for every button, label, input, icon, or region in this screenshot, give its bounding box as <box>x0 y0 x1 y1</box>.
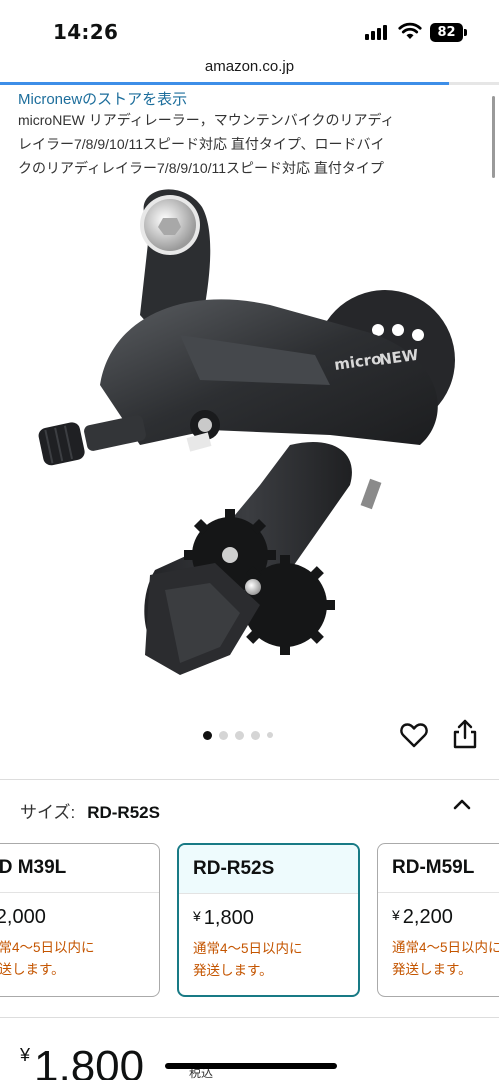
product-title-line: レイラー7/8/9/10/11スピード対応 直付タイプ、ロードバイ <box>18 136 385 152</box>
shipping-line: 通常4〜5日以内に <box>193 941 303 956</box>
size-option-shipping: 通常4〜5日以内に 発送します。 <box>378 929 499 981</box>
yen-symbol: ¥ <box>392 907 400 923</box>
carousel-dot[interactable] <box>203 730 212 740</box>
wifi-icon <box>398 22 422 39</box>
battery-icon: 82 <box>430 23 463 42</box>
chevron-up-icon[interactable] <box>452 796 472 812</box>
product-title: microNEW リアディレーラー，マウンテンバイクのリアディ レイラー7/8/… <box>18 108 480 180</box>
shipping-line: 発送します。 <box>0 962 65 977</box>
size-option-rd-m39l[interactable]: RD M39L ¥2,000 通常4〜5日以内に 発送します。 <box>0 843 160 997</box>
size-option-shipping: 通常4〜5日以内に 発送します。 <box>0 929 159 981</box>
divider <box>0 1017 499 1018</box>
share-icon[interactable] <box>451 718 479 750</box>
size-option-rd-r52s[interactable]: RD-R52S ¥1,800 通常4〜5日以内に 発送します。 <box>177 843 360 997</box>
shipping-line: 通常4〜5日以内に <box>392 940 499 955</box>
carousel-dot[interactable] <box>219 730 228 740</box>
product-title-line: microNEW リアディレーラー，マウンテンバイクのリアディ <box>18 112 395 128</box>
size-option-price-value: 2,200 <box>402 906 453 928</box>
shipping-line: 通常4〜5日以内に <box>0 940 95 955</box>
product-image[interactable]: micro NEW <box>30 185 470 685</box>
size-option-price-value: 2,000 <box>0 906 46 928</box>
price-amount: 1,800 <box>34 1042 145 1080</box>
image-carousel-dots[interactable] <box>203 730 273 740</box>
size-option-name: RD M39L <box>0 844 159 893</box>
yen-symbol: ¥ <box>193 908 201 924</box>
price: ¥1,800 <box>20 1042 144 1080</box>
divider <box>0 779 499 780</box>
store-link[interactable]: Micronewのストアを表示 <box>18 88 187 109</box>
size-label: サイズ: <box>20 803 76 822</box>
size-option-name: RD-R52S <box>179 845 358 894</box>
product-title-line: クのリアディレイラー7/8/9/10/11スピード対応 直付タイプ <box>18 160 384 176</box>
size-option-price: ¥2,200 <box>378 893 499 929</box>
scrollbar[interactable] <box>492 96 495 178</box>
yen-symbol: ¥ <box>20 1045 31 1065</box>
status-bar: 14:26 82 <box>0 0 499 60</box>
url-bar[interactable]: amazon.co.jp <box>0 58 499 80</box>
size-option-price: ¥1,800 <box>179 894 358 930</box>
heart-icon[interactable] <box>399 720 429 750</box>
status-time: 14:26 <box>53 20 119 44</box>
carousel-dot[interactable] <box>251 730 260 740</box>
size-selector-header[interactable]: サイズ: RD-R52S <box>20 798 160 823</box>
size-option-price: ¥2,000 <box>0 893 159 929</box>
page-load-progress-fill <box>0 82 450 85</box>
size-option-price-value: 1,800 <box>203 907 254 929</box>
carousel-dot[interactable] <box>267 732 273 738</box>
battery-tip <box>464 29 467 36</box>
carousel-dot[interactable] <box>235 730 244 740</box>
shipping-line: 発送します。 <box>193 963 273 978</box>
size-option-rd-m59l[interactable]: RD-M59L ¥2,200 通常4〜5日以内に 発送します。 <box>377 843 499 997</box>
cellular-signal-icon <box>365 24 389 40</box>
size-selected-value: RD-R52S <box>87 803 160 822</box>
size-option-name: RD-M59L <box>378 844 499 893</box>
size-option-shipping: 通常4〜5日以内に 発送します。 <box>179 930 358 982</box>
home-indicator[interactable] <box>165 1063 337 1069</box>
shipping-line: 発送します。 <box>392 962 472 977</box>
page-load-progress <box>0 82 499 85</box>
